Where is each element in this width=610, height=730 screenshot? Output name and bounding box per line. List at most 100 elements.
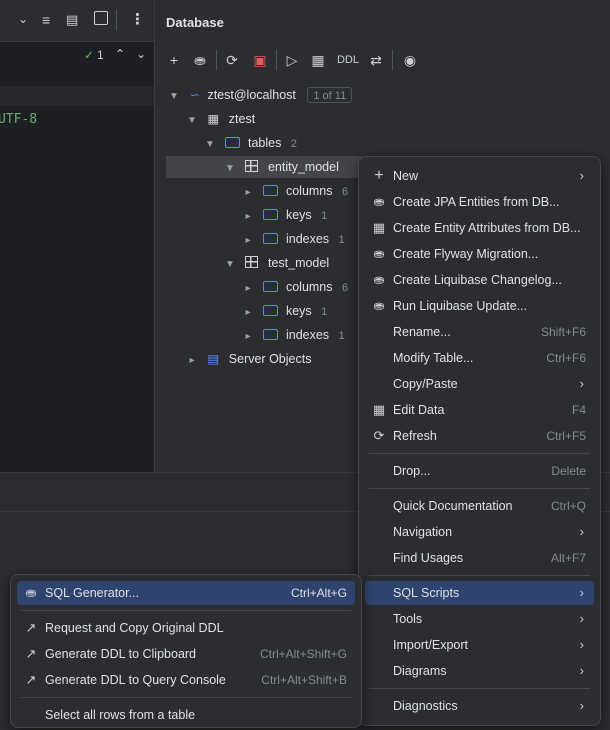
table-icon bbox=[245, 256, 259, 268]
db-entity-icon: ⛂ bbox=[373, 194, 385, 209]
menu-item-import-export[interactable]: Import/Export › bbox=[365, 633, 594, 657]
chevron-down-icon[interactable]: ▼ bbox=[224, 158, 236, 180]
chevron-down-icon[interactable]: ⌄ bbox=[18, 12, 28, 26]
menu-item-sql-generator[interactable]: ⛂ SQL Generator... Ctrl+Alt+G bbox=[17, 581, 355, 605]
tree-columns[interactable]: ▸ columns 6 bbox=[242, 180, 348, 202]
menu-item-label: Modify Table... bbox=[393, 351, 474, 365]
menu-item-create-liquibase-changelog[interactable]: ⛂ Create Liquibase Changelog... bbox=[365, 268, 594, 292]
tree-indexes[interactable]: ▸ indexes 1 bbox=[242, 228, 345, 252]
table-icon[interactable]: ▦ bbox=[308, 50, 328, 70]
tree-columns[interactable]: ▸ columns 6 bbox=[242, 276, 348, 298]
menu-item-create-flyway-migration[interactable]: ⛂ Create Flyway Migration... bbox=[365, 242, 594, 266]
add-icon[interactable]: + bbox=[164, 50, 184, 70]
editor-nav-bar: ✓ 1 ⌃ ⌄ bbox=[0, 42, 154, 70]
shortcut-label: Shift+F6 bbox=[540, 325, 586, 339]
chevron-right-icon[interactable]: ▸ bbox=[242, 206, 254, 228]
structure-icon[interactable]: ▤ bbox=[66, 12, 78, 28]
menu-item-label: Tools bbox=[393, 612, 423, 626]
menu-item-label: Navigation bbox=[393, 525, 453, 539]
more-options-icon[interactable]: ⋮ bbox=[130, 10, 145, 28]
tree-table-entity-model[interactable]: ▼ entity_model bbox=[224, 156, 339, 178]
refresh-icon: ⟳ bbox=[373, 428, 385, 443]
chevron-down-icon[interactable]: ⌄ bbox=[136, 47, 146, 61]
menu-item-label: Copy/Paste bbox=[393, 377, 458, 391]
chevron-right-icon: › bbox=[579, 663, 584, 678]
datasource-badge: 1 of 11 bbox=[307, 87, 353, 103]
menu-item-label: Select all rows from a table bbox=[45, 708, 196, 722]
query-console-icon[interactable]: ▷ bbox=[282, 50, 302, 70]
menu-item-new[interactable]: + New › bbox=[365, 164, 594, 188]
tables-label: tables bbox=[247, 136, 282, 150]
menu-item-ddl-to-clipboard[interactable]: ↗ Generate DDL to Clipboard Ctrl+Alt+Shi… bbox=[17, 642, 355, 666]
schema-icon: ▦ bbox=[207, 112, 220, 126]
chevron-down-icon[interactable]: ▼ bbox=[224, 254, 236, 276]
check-icon[interactable]: ✓ bbox=[84, 48, 94, 62]
code-line: UTF-8 bbox=[0, 112, 38, 127]
tree-keys[interactable]: ▸ keys 1 bbox=[242, 204, 327, 226]
menu-item-label: SQL Generator... bbox=[45, 586, 140, 600]
folder-icon bbox=[263, 233, 279, 244]
preview-icon[interactable] bbox=[94, 11, 108, 25]
menu-item-refresh[interactable]: ⟳ Refresh Ctrl+F5 bbox=[365, 424, 594, 448]
chevron-up-icon[interactable]: ⌃ bbox=[115, 47, 125, 61]
menu-item-label: Drop... bbox=[393, 464, 431, 478]
columns-label: columns bbox=[285, 184, 333, 198]
menu-item-create-entity-attributes[interactable]: ▦ Create Entity Attributes from DB... bbox=[365, 216, 594, 240]
jump-to-icon[interactable]: ⇄ bbox=[366, 50, 386, 70]
columns-count: 6 bbox=[342, 186, 349, 198]
indexes-count: 1 bbox=[338, 234, 345, 246]
chevron-right-icon[interactable]: ▸ bbox=[186, 350, 198, 372]
menu-item-run-liquibase-update[interactable]: ⛂ Run Liquibase Update... bbox=[365, 294, 594, 318]
eye-icon[interactable]: ◉ bbox=[400, 50, 420, 70]
menu-item-find-usages[interactable]: Find Usages Alt+F7 bbox=[365, 546, 594, 570]
chevron-down-icon[interactable]: ▼ bbox=[186, 110, 198, 132]
folder-icon bbox=[263, 281, 279, 292]
menu-separator bbox=[369, 688, 590, 689]
tree-table-test-model[interactable]: ▼ test_model bbox=[224, 252, 329, 274]
menu-item-rename[interactable]: Rename... Shift+F6 bbox=[365, 320, 594, 344]
tree-keys[interactable]: ▸ keys 1 bbox=[242, 300, 327, 322]
menu-item-diagrams[interactable]: Diagrams › bbox=[365, 659, 594, 683]
disconnect-icon[interactable]: ▣ bbox=[250, 50, 270, 70]
indexes-count: 1 bbox=[338, 330, 345, 342]
context-menu: + New › ⛂ Create JPA Entities from DB...… bbox=[358, 156, 601, 726]
menu-item-select-all-rows[interactable]: Select all rows from a table bbox=[17, 703, 355, 727]
tree-tables[interactable]: ▼ tables 2 bbox=[204, 132, 297, 154]
menu-item-copy-paste[interactable]: Copy/Paste › bbox=[365, 372, 594, 396]
menu-item-navigation[interactable]: Navigation › bbox=[365, 520, 594, 544]
external-link-icon: ↗ bbox=[25, 620, 37, 635]
chevron-right-icon[interactable]: ▸ bbox=[242, 182, 254, 204]
plus-icon: + bbox=[374, 167, 384, 184]
ddl-button[interactable]: DDL bbox=[334, 50, 362, 70]
folder-icon bbox=[263, 305, 279, 316]
align-icon[interactable]: ≡ bbox=[42, 12, 50, 28]
menu-item-quick-documentation[interactable]: Quick Documentation Ctrl+Q bbox=[365, 494, 594, 518]
refresh-icon[interactable]: ⟳ bbox=[222, 50, 242, 70]
chevron-down-icon[interactable]: ▼ bbox=[204, 134, 216, 156]
menu-item-sql-scripts[interactable]: SQL Scripts › bbox=[365, 581, 594, 605]
chevron-right-icon[interactable]: ▸ bbox=[242, 326, 254, 348]
tree-datasource[interactable]: ▼ ∽ ztest@localhost 1 of 11 bbox=[168, 84, 353, 108]
tree-server-objects[interactable]: ▸ ▤ Server Objects bbox=[186, 348, 311, 370]
datasource-properties-icon[interactable]: ⛂ bbox=[190, 50, 210, 70]
liquibase-run-icon: ⛂ bbox=[373, 298, 385, 313]
chevron-down-icon[interactable]: ▼ bbox=[168, 86, 180, 108]
menu-item-label: Rename... bbox=[393, 325, 451, 339]
menu-item-modify-table[interactable]: Modify Table... Ctrl+F6 bbox=[365, 346, 594, 370]
menu-item-drop[interactable]: Drop... Delete bbox=[365, 459, 594, 483]
menu-item-request-copy-ddl[interactable]: ↗ Request and Copy Original DDL bbox=[17, 616, 355, 640]
menu-item-ddl-to-console[interactable]: ↗ Generate DDL to Query Console Ctrl+Alt… bbox=[17, 668, 355, 692]
editor-body[interactable]: UTF-8 bbox=[0, 106, 154, 472]
chevron-right-icon[interactable]: ▸ bbox=[242, 230, 254, 252]
menu-item-label: Diagnostics bbox=[393, 699, 458, 713]
chevron-right-icon: › bbox=[579, 524, 584, 539]
menu-separator bbox=[21, 610, 351, 611]
chevron-right-icon[interactable]: ▸ bbox=[242, 278, 254, 300]
menu-item-diagnostics[interactable]: Diagnostics › bbox=[365, 694, 594, 718]
chevron-right-icon[interactable]: ▸ bbox=[242, 302, 254, 324]
menu-item-edit-data[interactable]: ▦ Edit Data F4 bbox=[365, 398, 594, 422]
tree-schema[interactable]: ▼ ▦ ztest bbox=[186, 108, 255, 130]
menu-item-tools[interactable]: Tools › bbox=[365, 607, 594, 631]
menu-item-create-jpa-entities[interactable]: ⛂ Create JPA Entities from DB... bbox=[365, 190, 594, 214]
tree-indexes[interactable]: ▸ indexes 1 bbox=[242, 324, 345, 348]
